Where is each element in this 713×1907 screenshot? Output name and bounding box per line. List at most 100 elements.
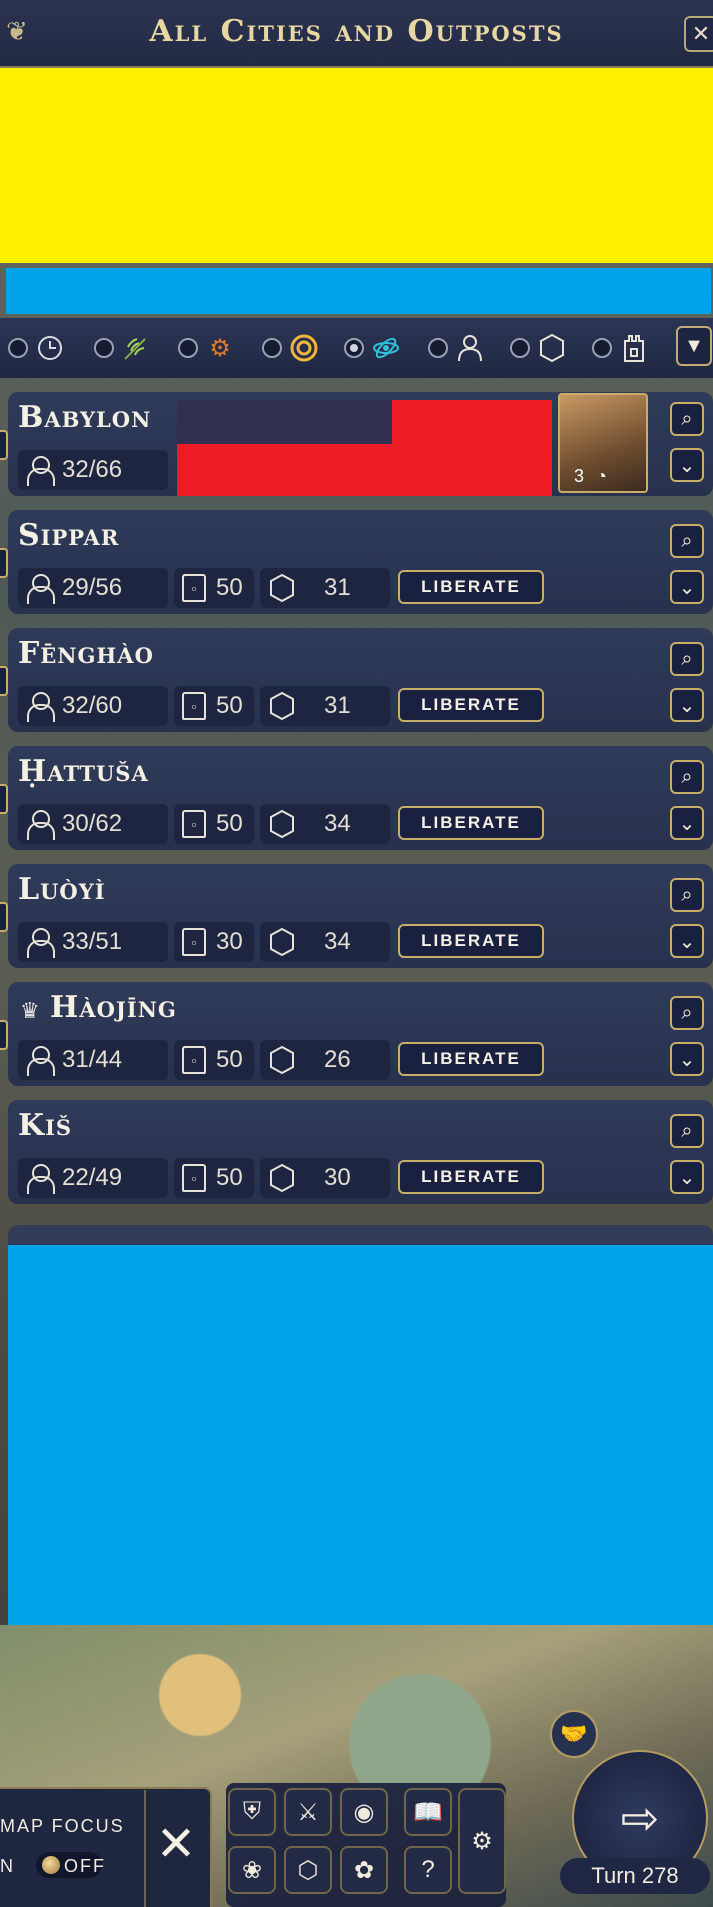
city-card-fenghao: Fēnghào 32/60 ▫ 50 31 LIBERATE ⌕ ⌄ [8, 628, 713, 732]
city-name: Sippar [18, 518, 120, 553]
zoom-to-city-button[interactable]: ⌕ [670, 760, 704, 794]
filter-radio[interactable] [592, 338, 612, 358]
population-value: 32/66 [62, 456, 123, 483]
city-name: Kiš [18, 1108, 73, 1143]
left-edge-tab[interactable] [0, 902, 8, 932]
territory-value: 34 [324, 810, 351, 837]
filter-population[interactable] [428, 332, 486, 364]
city-card-haojing: Hàojīng ♛ 31/44 ▫ 50 26 LIBERATE ⌕ ⌄ [8, 982, 713, 1086]
population-icon [26, 456, 55, 486]
liberate-button[interactable]: LIBERATE [398, 1160, 544, 1194]
left-edge-tab[interactable] [0, 666, 8, 696]
defense-stat: ▫ 50 [174, 1040, 254, 1080]
population-icon [26, 1046, 55, 1076]
gears-icon: ⚙ [209, 334, 231, 362]
defense-value: 50 [216, 1046, 243, 1073]
districts-icon[interactable]: ✿ [340, 1846, 388, 1894]
hexagon-icon [270, 809, 294, 839]
sword-icon[interactable]: ⚔ [284, 1788, 332, 1836]
zoom-to-city-button[interactable]: ⌕ [670, 996, 704, 1030]
liberate-button[interactable]: LIBERATE [398, 806, 544, 840]
city-name: Hàojīng [50, 990, 177, 1025]
territory-stat: 31 [260, 568, 390, 608]
territory-stat: 34 [260, 922, 390, 962]
filter-radio[interactable] [262, 338, 282, 358]
shield-icon[interactable]: ⛨ [228, 1788, 276, 1836]
defense-value: 50 [216, 810, 243, 837]
liberate-button[interactable]: LIBERATE [398, 924, 544, 958]
zoom-to-city-button[interactable]: ⌕ [670, 878, 704, 912]
filter-radio[interactable] [428, 338, 448, 358]
eye-icon[interactable]: ◉ [340, 1788, 388, 1836]
sort-dropdown-button[interactable]: ▼ [676, 326, 712, 366]
hexagon-icon [270, 1045, 294, 1075]
city-card-sippar: Sippar 29/56 ▫ 50 31 LIBERATE ⌕ ⌄ [8, 510, 713, 614]
diplomacy-handshake-icon[interactable]: 🤝 [550, 1710, 598, 1758]
tower-icon: ▫ [182, 692, 206, 720]
liberate-button[interactable]: LIBERATE [398, 688, 544, 722]
filter-food[interactable] [94, 332, 152, 364]
zoom-to-city-button[interactable]: ⌕ [670, 402, 704, 436]
defense-stat: ▫ 50 [174, 568, 254, 608]
expand-city-button[interactable]: ⌄ [670, 448, 704, 482]
expand-city-button[interactable]: ⌄ [670, 688, 704, 722]
filter-territory[interactable] [510, 332, 568, 364]
hex-grid-icon[interactable]: ⬡ [284, 1846, 332, 1894]
filter-radio[interactable] [94, 338, 114, 358]
wheat-icon [120, 332, 152, 364]
wheat-badge-icon[interactable]: ❀ [228, 1846, 276, 1894]
close-button[interactable]: ✕ [684, 16, 713, 52]
left-edge-tab[interactable] [0, 548, 8, 578]
liberate-button[interactable]: LIBERATE [398, 1042, 544, 1076]
left-edge-tab[interactable] [0, 1020, 8, 1050]
filter-money[interactable] [262, 332, 320, 364]
city-name: Luòyì [18, 872, 106, 907]
science-icon [370, 332, 402, 364]
population-stat: 22/49 [18, 1158, 168, 1198]
expand-city-button[interactable]: ⌄ [670, 1042, 704, 1076]
filter-science[interactable] [344, 332, 402, 364]
clock-icon [34, 332, 66, 364]
settings-icon[interactable]: ⚙ [458, 1788, 506, 1894]
left-edge-tab[interactable] [0, 784, 8, 814]
expand-city-button[interactable]: ⌄ [670, 924, 704, 958]
defense-stat: ▫ 30 [174, 922, 254, 962]
filter-radio[interactable] [178, 338, 198, 358]
card-background-notch [177, 400, 392, 444]
turn-clock-icon: ◔ [596, 466, 607, 486]
defense-stat: ▫ 50 [174, 804, 254, 844]
help-icon[interactable]: ? [404, 1846, 452, 1894]
zoom-to-city-button[interactable]: ⌕ [670, 1114, 704, 1148]
filter-radio[interactable] [8, 338, 28, 358]
population-stat: 29/56 [18, 568, 168, 608]
unit-portrait[interactable]: 3 ◔ [558, 393, 648, 493]
defense-stat: ▫ 50 [174, 686, 254, 726]
map-focus-label: MAP FOCUS [0, 1816, 125, 1836]
territory-value: 31 [324, 692, 351, 719]
population-value: 29/56 [62, 574, 123, 601]
filter-bar: ⚙ [0, 318, 713, 378]
zoom-to-city-button[interactable]: ⌕ [670, 642, 704, 676]
turn-counter: Turn 278 [560, 1858, 710, 1894]
defense-value: 30 [216, 928, 243, 955]
population-icon [26, 928, 55, 958]
filter-clock[interactable] [8, 332, 66, 364]
redacted-yellow-region [0, 68, 713, 263]
liberate-button[interactable]: LIBERATE [398, 570, 544, 604]
left-edge-tab[interactable] [0, 430, 8, 460]
tower-icon: ▫ [182, 1046, 206, 1074]
expand-city-button[interactable]: ⌄ [670, 1160, 704, 1194]
filter-industry[interactable]: ⚙ [178, 332, 236, 364]
territory-value: 34 [324, 928, 351, 955]
filter-radio[interactable] [510, 338, 530, 358]
expand-city-button[interactable]: ⌄ [670, 570, 704, 604]
toggle-dot [42, 1856, 60, 1874]
expand-city-button[interactable]: ⌄ [670, 806, 704, 840]
filter-defense[interactable] [592, 332, 650, 364]
filter-radio-selected[interactable] [344, 338, 364, 358]
capital-crown-icon: ♛ [20, 998, 40, 1023]
zoom-to-city-button[interactable]: ⌕ [670, 524, 704, 558]
book-icon[interactable]: 📖 [404, 1788, 452, 1836]
close-icon[interactable]: ✕ [146, 1815, 206, 1875]
territory-stat: 30 [260, 1158, 390, 1198]
